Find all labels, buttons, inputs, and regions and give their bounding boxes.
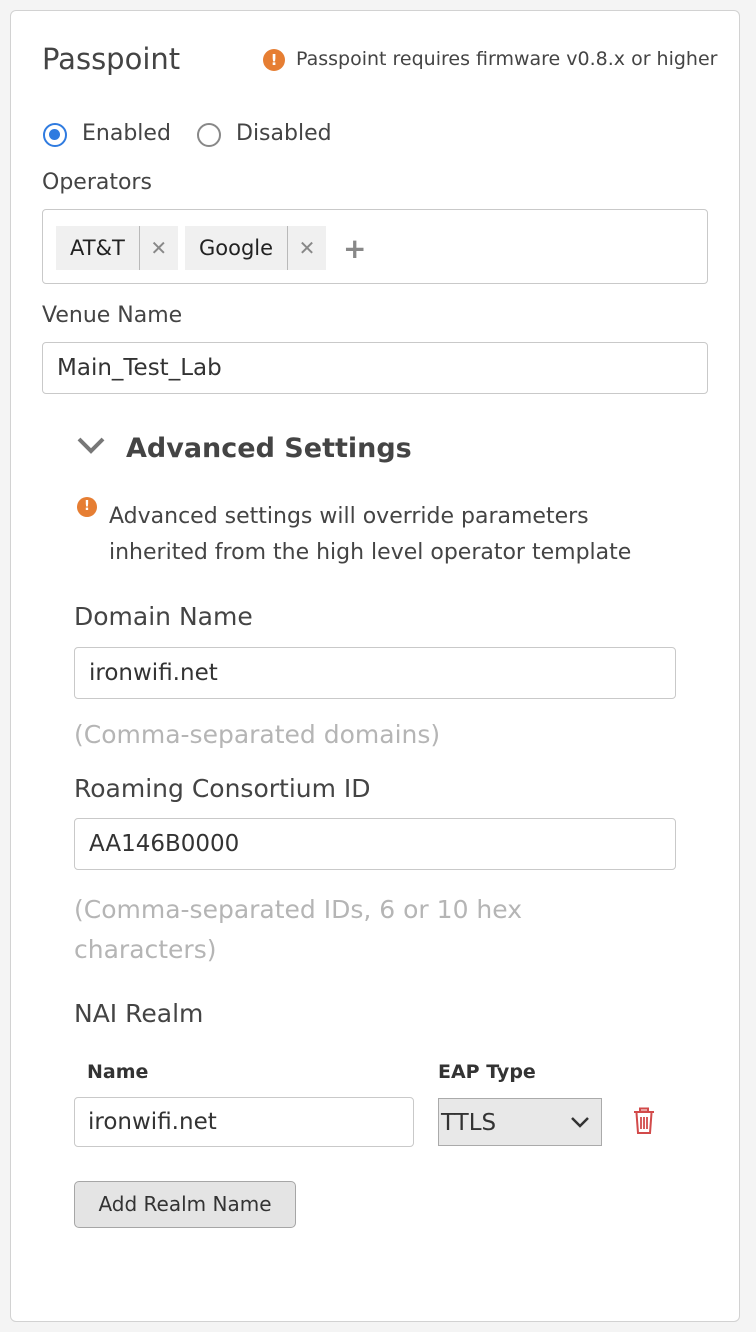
warning-icon: ! [263,49,285,71]
domain-value: ironwifi.net [89,660,218,686]
remove-chip-icon[interactable]: ✕ [140,236,178,260]
disabled-radio[interactable] [197,123,221,147]
domain-input[interactable]: ironwifi.net [74,647,676,699]
advanced-warning: Advanced settings will override paramete… [109,504,632,565]
advanced-settings-toggle[interactable]: Advanced Settings [126,433,412,464]
roaming-value: AA146B0000 [89,831,240,857]
roaming-hint: (Comma-separated IDs, 6 or 10 hex charac… [74,895,522,964]
add-operator-icon[interactable]: + [343,232,366,265]
chevron-down-icon [571,1117,589,1128]
venue-value: Main_Test_Lab [57,355,222,381]
domain-label: Domain Name [74,602,253,631]
venue-label: Venue Name [42,303,183,328]
roaming-label: Roaming Consortium ID [74,774,371,803]
add-realm-name-button[interactable]: Add Realm Name [74,1181,296,1228]
chevron-down-icon[interactable] [76,436,106,456]
disabled-label[interactable]: Disabled [236,121,332,146]
remove-chip-icon[interactable]: ✕ [288,236,326,260]
warning-icon: ! [77,497,97,517]
eap-type-value: TTLS [441,1110,497,1136]
domain-hint: (Comma-separated domains) [74,720,441,749]
roaming-input[interactable]: AA146B0000 [74,818,676,870]
chip-label: AT&T [70,236,125,260]
operator-chip: Google ✕ [185,226,327,270]
name-column-header: Name [87,1061,149,1083]
venue-input[interactable]: Main_Test_Lab [42,342,708,394]
enabled-radio[interactable] [43,123,67,147]
enabled-label[interactable]: Enabled [82,121,171,146]
trash-icon[interactable] [633,1107,655,1135]
firmware-note: Passpoint requires firmware v0.8.x or hi… [296,48,718,70]
realm-name-value: ironwifi.net [88,1109,217,1135]
chip-label: Google [199,236,274,260]
realm-name-input[interactable]: ironwifi.net [74,1097,414,1147]
operators-label: Operators [42,170,152,195]
page-title: Passpoint [42,42,181,76]
eap-column-header: EAP Type [438,1061,536,1083]
nai-realm-label: NAI Realm [74,999,204,1028]
operator-chip: AT&T ✕ [56,226,178,270]
